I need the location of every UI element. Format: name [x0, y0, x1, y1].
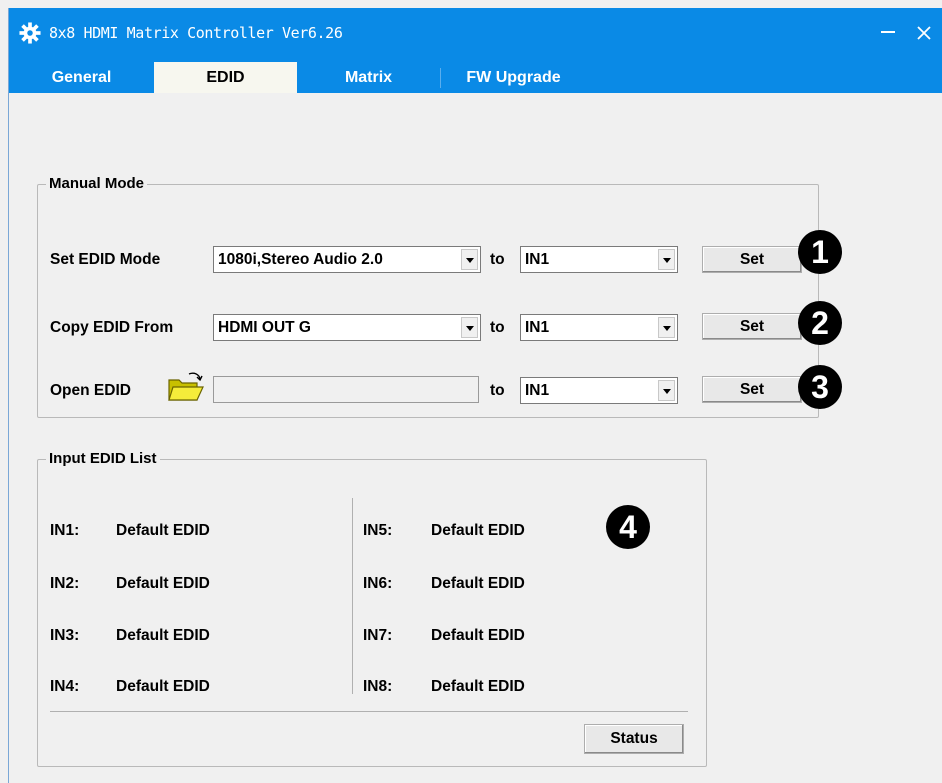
- tab-bar: General EDID Matrix FW Upgrade: [9, 62, 942, 93]
- in4-port-label: IN4:: [50, 678, 80, 695]
- copy-edid-source-value: HDMI OUT G: [218, 319, 311, 336]
- list-divider: [50, 711, 688, 712]
- chevron-down-icon[interactable]: [658, 317, 675, 338]
- in6-edid-value: Default EDID: [431, 575, 525, 592]
- set-edid-mode-button[interactable]: Set: [702, 246, 802, 273]
- in2-edid-value: Default EDID: [116, 575, 210, 592]
- minimize-icon: [881, 31, 895, 33]
- chevron-down-icon[interactable]: [461, 249, 478, 270]
- title-bar[interactable]: 8x8 HDMI Matrix Controller Ver6.26: [9, 8, 942, 62]
- in5-port-label: IN5:: [363, 522, 393, 539]
- close-icon: [917, 26, 931, 40]
- to-label: to: [490, 251, 505, 268]
- manual-mode-group: Manual Mode Set EDID Mode 1080i,Stereo A…: [37, 175, 842, 418]
- in1-edid-value: Default EDID: [116, 522, 210, 539]
- tab-edid[interactable]: EDID: [154, 62, 297, 93]
- chevron-down-icon[interactable]: [658, 249, 675, 270]
- callout-badge-3: 3: [798, 365, 842, 409]
- in8-port-label: IN8:: [363, 678, 393, 695]
- tab-general[interactable]: General: [9, 62, 154, 93]
- callout-badge-1: 1: [798, 230, 842, 274]
- tab-fw-upgrade[interactable]: FW Upgrade: [441, 62, 586, 93]
- tab-matrix[interactable]: Matrix: [297, 62, 440, 93]
- set-edid-mode-label: Set EDID Mode: [50, 251, 161, 268]
- edid-mode-select[interactable]: 1080i,Stereo Audio 2.0: [213, 246, 481, 273]
- open-edid-target-select[interactable]: IN1: [520, 377, 678, 404]
- in4-edid-value: Default EDID: [116, 678, 210, 695]
- in2-port-label: IN2:: [50, 575, 80, 592]
- copy-edid-from-label: Copy EDID From: [50, 319, 174, 336]
- edid-file-path-field[interactable]: [213, 376, 479, 403]
- input-edid-list-legend: Input EDID List: [46, 450, 160, 467]
- copy-edid-source-select[interactable]: HDMI OUT G: [213, 314, 481, 341]
- callout-badge-4: 4: [606, 505, 650, 549]
- in3-port-label: IN3:: [50, 627, 80, 644]
- to-label: to: [490, 319, 505, 336]
- in7-port-label: IN7:: [363, 627, 393, 644]
- copy-edid-target-value: IN1: [525, 319, 550, 336]
- input-edid-list-group: Input EDID List 4 IN1: Default EDID IN2:…: [37, 450, 707, 767]
- manual-mode-legend: Manual Mode: [46, 175, 148, 192]
- gear-icon: [19, 22, 41, 44]
- copy-edid-target-select[interactable]: IN1: [520, 314, 678, 341]
- callout-badge-2: 2: [798, 301, 842, 345]
- column-divider: [352, 498, 353, 694]
- minimize-button[interactable]: [873, 17, 903, 47]
- open-edid-set-button[interactable]: Set: [702, 376, 802, 403]
- copy-edid-set-button[interactable]: Set: [702, 313, 802, 340]
- in7-edid-value: Default EDID: [431, 627, 525, 644]
- in3-edid-value: Default EDID: [116, 627, 210, 644]
- set-edid-target-value: IN1: [525, 251, 550, 268]
- close-button[interactable]: [909, 18, 939, 48]
- in8-edid-value: Default EDID: [431, 678, 525, 695]
- open-edid-target-value: IN1: [525, 382, 550, 399]
- open-edid-label: Open EDID: [50, 382, 131, 399]
- in5-edid-value: Default EDID: [431, 522, 525, 539]
- edid-mode-value: 1080i,Stereo Audio 2.0: [218, 251, 383, 268]
- in1-port-label: IN1:: [50, 522, 80, 539]
- status-button[interactable]: Status: [584, 724, 684, 754]
- in6-port-label: IN6:: [363, 575, 393, 592]
- set-edid-target-select[interactable]: IN1: [520, 246, 678, 273]
- app-window: 8x8 HDMI Matrix Controller Ver6.26 Gener…: [8, 8, 942, 783]
- chevron-down-icon[interactable]: [658, 380, 675, 401]
- chevron-down-icon[interactable]: [461, 317, 478, 338]
- to-label: to: [490, 382, 505, 399]
- folder-open-icon[interactable]: [167, 372, 205, 404]
- window-title: 8x8 HDMI Matrix Controller Ver6.26: [49, 24, 343, 42]
